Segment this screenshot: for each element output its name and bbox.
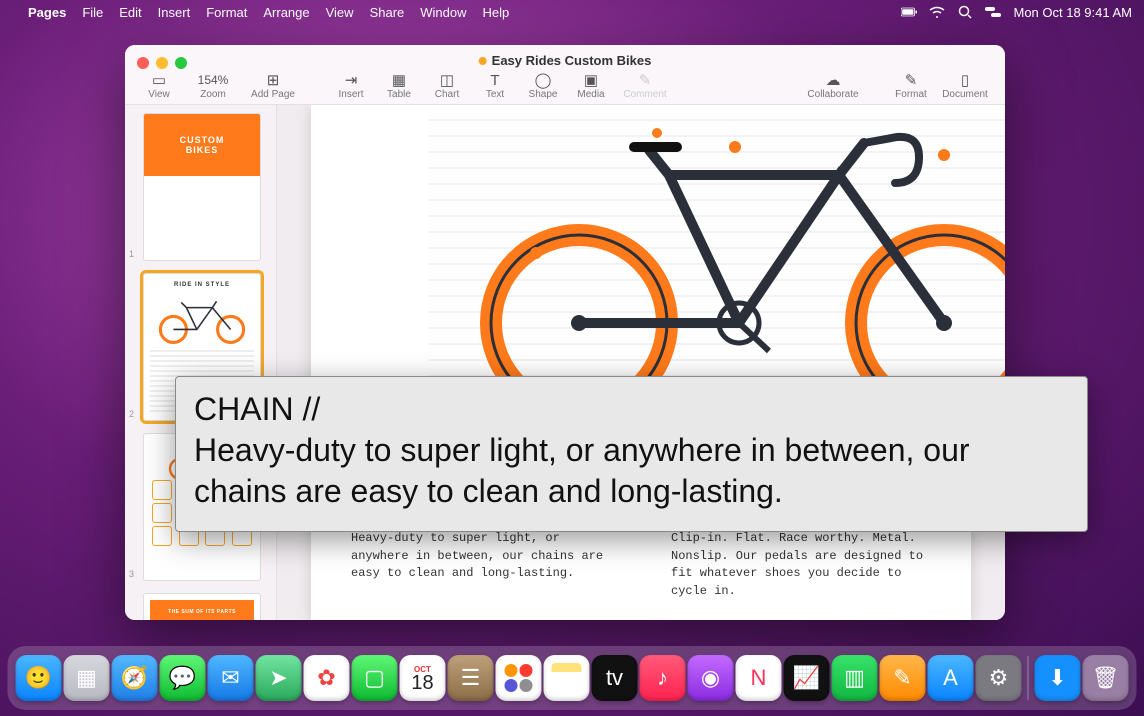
page-number: 3 [129, 569, 134, 579]
dock-podcasts[interactable]: ◉ [688, 655, 734, 701]
toolbar-view[interactable]: ▭View [135, 66, 183, 100]
dock-pages[interactable]: ✎ [880, 655, 926, 701]
battery-icon[interactable] [901, 4, 917, 20]
wifi-icon[interactable] [929, 4, 945, 20]
menu-window[interactable]: Window [420, 5, 466, 20]
toolbar-comment: ✎Comment [615, 66, 675, 100]
toolbar-format[interactable]: ✎Format [887, 66, 935, 100]
thumb-heading: BIKES [186, 145, 219, 155]
edited-indicator-icon [479, 57, 487, 65]
dock-stocks[interactable]: 📈 [784, 655, 830, 701]
toolbar-chart[interactable]: ◫Chart [423, 66, 471, 100]
thumbnail-page-4[interactable]: THE SUM OF ITS PARTS [143, 593, 266, 620]
document-canvas[interactable]: CHAIN // Heavy-duty to super light, or a… [277, 105, 1005, 620]
dock-calendar[interactable]: OCT18 [400, 655, 446, 701]
dock-finder[interactable]: 🙂 [16, 655, 62, 701]
page-thumbnails[interactable]: 1 CUSTOMBIKES 2 RIDE IN STYLE 3 [125, 105, 277, 620]
dock: 🙂 ▦ 🧭 💬 ✉︎ ➤ ✿ ▢ OCT18 ☰ tv ♪ ◉ N 📈 ▥ ✎ … [8, 646, 1137, 710]
toolbar-document[interactable]: ▯Document [935, 66, 995, 100]
thumb-heading: CUSTOM [180, 135, 225, 145]
pedals-body: Clip-in. Flat. Race worthy. Metal. Nonsl… [671, 530, 931, 600]
menu-insert[interactable]: Insert [158, 5, 191, 20]
menu-help[interactable]: Help [483, 5, 510, 20]
dock-system-preferences[interactable]: ⚙︎ [976, 655, 1022, 701]
pages-window: Easy Rides Custom Bikes ▭View 154%Zoom ⊞… [125, 45, 1005, 620]
toolbar-collaborate[interactable]: ☁Collaborate [803, 66, 863, 100]
hover-title: CHAIN // [194, 391, 320, 427]
dock-messages[interactable]: 💬 [160, 655, 206, 701]
dock-safari[interactable]: 🧭 [112, 655, 158, 701]
toolbar-media[interactable]: ▣Media [567, 66, 615, 100]
menu-arrange[interactable]: Arrange [263, 5, 309, 20]
spotlight-icon[interactable] [957, 4, 973, 20]
toolbar-shape[interactable]: ◯Shape [519, 66, 567, 100]
dock-news[interactable]: N [736, 655, 782, 701]
hover-text-overlay: CHAIN // Heavy-duty to super light, or a… [175, 376, 1088, 532]
app-menu[interactable]: Pages [28, 5, 66, 20]
menubar-clock[interactable]: Mon Oct 18 9:41 AM [1013, 5, 1132, 20]
dock-maps[interactable]: ➤ [256, 655, 302, 701]
toolbar-add-page[interactable]: ⊞Add Page [243, 66, 303, 100]
hover-body: Heavy-duty to super light, or anywhere i… [194, 430, 1069, 512]
menu-share[interactable]: Share [370, 5, 405, 20]
dock-music[interactable]: ♪ [640, 655, 686, 701]
dock-mail[interactable]: ✉︎ [208, 655, 254, 701]
dock-launchpad[interactable]: ▦ [64, 655, 110, 701]
workspace: 1 CUSTOMBIKES 2 RIDE IN STYLE 3 [125, 105, 1005, 620]
thumb-heading: THE SUM OF ITS PARTS [150, 600, 254, 620]
menubar: Pages File Edit Insert Format Arrange Vi… [0, 0, 1144, 24]
control-center-icon[interactable] [985, 4, 1001, 20]
dock-notes[interactable] [544, 655, 590, 701]
dock-reminders[interactable] [496, 655, 542, 701]
toolbar-zoom[interactable]: 154%Zoom [183, 66, 243, 100]
toolbar-text[interactable]: TText [471, 66, 519, 100]
dock-contacts[interactable]: ☰ [448, 655, 494, 701]
menu-view[interactable]: View [326, 5, 354, 20]
dock-facetime[interactable]: ▢ [352, 655, 398, 701]
toolbar-insert[interactable]: ⇥Insert [327, 66, 375, 100]
toolbar: ▭View 154%Zoom ⊞Add Page ⇥Insert ▦Table … [135, 66, 995, 100]
dock-photos[interactable]: ✿ [304, 655, 350, 701]
dock-numbers[interactable]: ▥ [832, 655, 878, 701]
chain-body: Heavy-duty to super light, or anywhere i… [351, 530, 611, 582]
dock-downloads[interactable]: ⬇︎ [1035, 655, 1081, 701]
dock-trash[interactable]: 🗑 [1083, 655, 1129, 701]
page-number: 2 [129, 409, 134, 419]
thumb-heading: RIDE IN STYLE [174, 282, 230, 288]
dock-appstore[interactable]: A [928, 655, 974, 701]
menu-file[interactable]: File [82, 5, 103, 20]
menu-format[interactable]: Format [206, 5, 247, 20]
titlebar: Easy Rides Custom Bikes ▭View 154%Zoom ⊞… [125, 45, 1005, 105]
thumbnail-page-1[interactable]: 1 CUSTOMBIKES [143, 113, 266, 261]
page-number: 1 [129, 249, 134, 259]
menu-edit[interactable]: Edit [119, 5, 141, 20]
bicycle-image[interactable] [429, 105, 1005, 410]
dock-separator [1028, 656, 1029, 700]
dock-tv[interactable]: tv [592, 655, 638, 701]
toolbar-table[interactable]: ▦Table [375, 66, 423, 100]
